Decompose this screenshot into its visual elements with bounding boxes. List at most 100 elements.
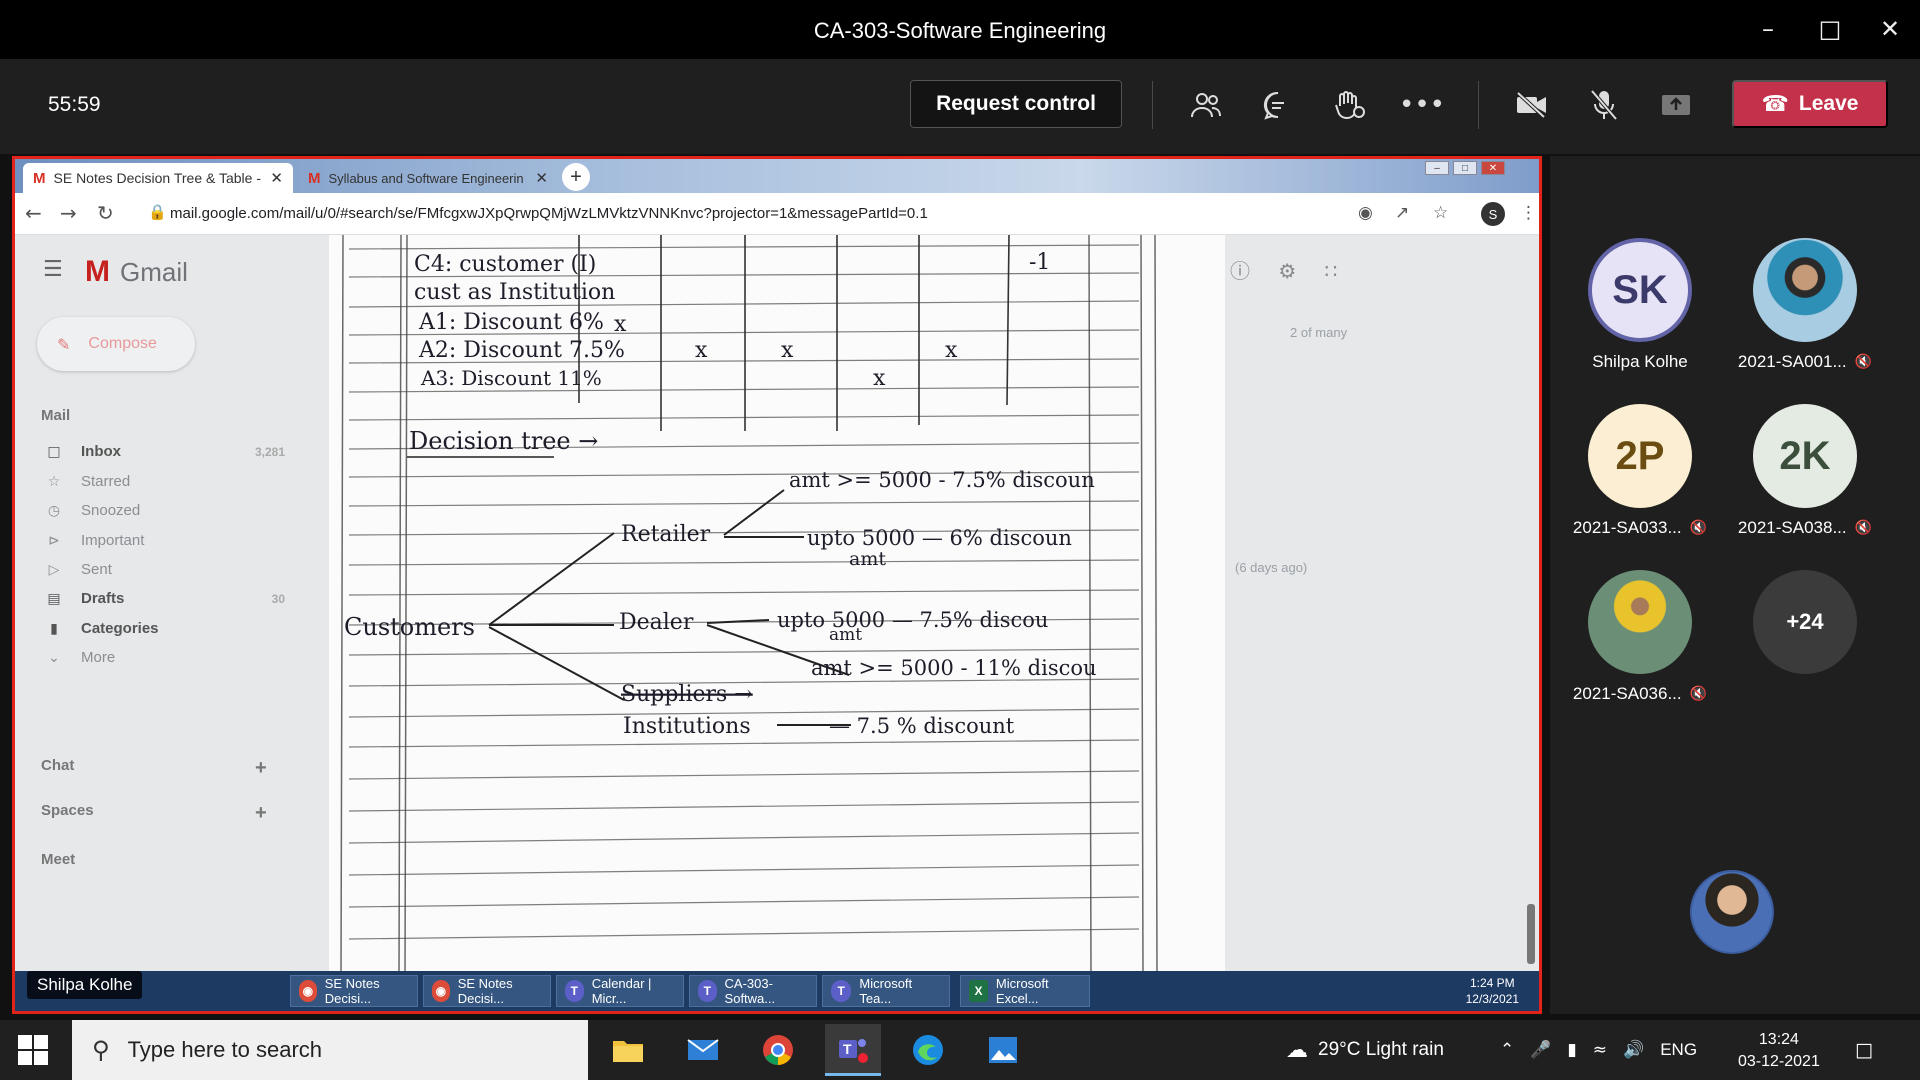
leave-button[interactable]: ☎ Leave <box>1732 80 1888 128</box>
sidebar-item-more[interactable]: ⌄ More <box>45 649 285 666</box>
weather-widget[interactable]: ☁ 29°C Light rain <box>1286 1020 1444 1080</box>
participant-tile[interactable]: 2P 2021-SA033... 🔇 <box>1550 404 1730 538</box>
close-button[interactable]: ✕ <box>1481 161 1505 175</box>
chrome-icon[interactable] <box>750 1024 806 1076</box>
tab-se-notes[interactable]: M SE Notes Decision Tree & Table - ✕ <box>23 163 293 193</box>
svg-text:x: x <box>781 338 794 363</box>
shared-task-ca303[interactable]: T CA-303-Softwa... <box>689 975 817 1007</box>
add-space-icon[interactable]: + <box>255 802 267 825</box>
spaces-header[interactable]: Spaces <box>41 802 94 819</box>
minimize-button[interactable]: – <box>1750 12 1786 46</box>
file-explorer-icon[interactable] <box>600 1024 656 1076</box>
back-icon[interactable]: ← <box>25 201 42 225</box>
avatar: 2P <box>1588 404 1692 508</box>
meeting-timer: 55:59 <box>48 93 101 116</box>
pager-text: 2 of many <box>1290 325 1348 340</box>
meet-header[interactable]: Meet <box>41 851 75 868</box>
message-age: (6 days ago) <box>1235 560 1308 575</box>
sidebar-item-snoozed[interactable]: ◷ Snoozed <box>45 502 285 519</box>
close-button[interactable]: ✕ <box>1872 12 1908 46</box>
shared-task-teams[interactable]: T Microsoft Tea... <box>822 975 950 1007</box>
new-tab-button[interactable]: + <box>562 163 590 191</box>
more-options-icon[interactable]: ••• <box>1398 81 1446 129</box>
share-tray-icon[interactable] <box>1652 81 1700 129</box>
profile-avatar[interactable]: S <box>1481 202 1505 226</box>
teams-icon[interactable]: T <box>825 1024 881 1076</box>
cloud-rain-icon: ☁ <box>1286 1037 1308 1063</box>
sidebar-item-sent[interactable]: ▷ Sent <box>45 561 285 578</box>
notifications-icon[interactable]: □ <box>1855 1020 1873 1080</box>
chat-icon[interactable] <box>1254 81 1302 129</box>
presenter-name: Shilpa Kolhe <box>27 971 143 999</box>
add-chat-icon[interactable]: + <box>255 757 267 780</box>
wifi-icon[interactable]: ≈ <box>1593 1040 1607 1060</box>
taskbar-search[interactable]: ⚲ Type here to search <box>72 1020 588 1080</box>
self-video-preview[interactable] <box>1690 870 1774 954</box>
eye-icon[interactable]: ◉ <box>1358 203 1373 223</box>
branch-institutions: Institutions <box>623 714 751 739</box>
maximize-button[interactable]: □ <box>1812 12 1848 46</box>
clock-date: 03-12-2021 <box>1738 1053 1820 1070</box>
windows-taskbar: ⚲ Type here to search T ☁ 29°C Light rai… <box>0 1020 1920 1080</box>
language-indicator[interactable]: ENG <box>1660 1040 1697 1060</box>
help-icon[interactable]: ⓘ <box>1230 259 1250 283</box>
battery-icon[interactable]: ▮ <box>1567 1040 1576 1060</box>
participant-tile[interactable]: 2021-SA036... 🔇 <box>1550 570 1730 704</box>
sidebar-item-inbox[interactable]: □ Inbox 3,281 <box>45 443 285 460</box>
mail-header[interactable]: Mail <box>41 407 70 424</box>
settings-gear-icon[interactable]: ⚙ <box>1278 259 1296 283</box>
mail-icon[interactable] <box>675 1024 731 1076</box>
weather-text: 29°C Light rain <box>1318 1039 1444 1060</box>
forward-icon[interactable]: → <box>60 201 77 225</box>
leaf-dealer-low-amt: amt <box>829 625 862 645</box>
gmail-logo[interactable]: M Gmail <box>85 255 188 289</box>
table-row-a2: A2: Discount 7.5% <box>418 338 625 363</box>
leaf-dealer-low: upto 5000 — 7.5% discou <box>777 608 1048 632</box>
chevron-up-icon[interactable]: ⌃ <box>1500 1040 1514 1060</box>
hamburger-icon[interactable]: ☰ <box>43 257 63 282</box>
close-tab-icon[interactable]: ✕ <box>270 169 283 187</box>
decision-tree-heading: Decision tree → <box>409 427 598 455</box>
edge-icon[interactable] <box>900 1024 956 1076</box>
microphone-icon[interactable]: 🎤 <box>1530 1040 1551 1060</box>
label-icon: ▮ <box>50 620 58 637</box>
compose-button[interactable]: ✎ Compose <box>37 317 195 371</box>
sidebar-item-important[interactable]: ⊳ Important <box>45 532 285 549</box>
gmail-favicon-icon: M <box>33 169 46 187</box>
sidebar-item-categories[interactable]: ▮ Categories <box>45 620 285 637</box>
sidebar-item-starred[interactable]: ☆ Starred <box>45 473 285 490</box>
reload-icon[interactable]: ↻ <box>97 201 114 225</box>
participant-tile[interactable]: SK Shilpa Kolhe <box>1550 238 1730 372</box>
sidebar-item-drafts[interactable]: ▤ Drafts 30 <box>45 590 285 607</box>
participants-icon[interactable] <box>1182 81 1230 129</box>
meeting-controls: 55:59 Request control ••• ☎ Leave <box>0 59 1920 154</box>
taskbar-clock[interactable]: 13:24 03-12-2021 <box>1738 1029 1820 1073</box>
close-tab-icon[interactable]: ✕ <box>535 169 548 187</box>
minimize-button[interactable]: – <box>1425 161 1449 175</box>
maximize-button[interactable]: □ <box>1453 161 1477 175</box>
menu-icon[interactable]: ⋮ <box>1520 203 1537 223</box>
request-control-button[interactable]: Request control <box>910 80 1122 128</box>
tab-syllabus[interactable]: M Syllabus and Software Engineerin ✕ <box>298 163 558 193</box>
teams-icon: T <box>565 980 584 1002</box>
reactions-icon[interactable] <box>1326 81 1374 129</box>
shared-task-chrome-2[interactable]: ◉ SE Notes Decisi... <box>423 975 551 1007</box>
bookmark-star-icon[interactable]: ☆ <box>1433 203 1448 223</box>
mic-off-icon[interactable] <box>1580 81 1628 129</box>
url-field[interactable]: mail.google.com/mail/u/0/#search/se/FMfc… <box>170 205 928 222</box>
participant-tile[interactable]: 2K 2021-SA038... 🔇 <box>1715 404 1895 538</box>
chat-header[interactable]: Chat <box>41 757 74 774</box>
share-icon[interactable]: ↗ <box>1395 203 1409 223</box>
more-participants[interactable]: +24 <box>1715 570 1895 674</box>
photos-icon[interactable] <box>975 1024 1031 1076</box>
shared-task-chrome-1[interactable]: ◉ SE Notes Decisi... <box>290 975 418 1007</box>
volume-icon[interactable]: 🔊 <box>1623 1040 1644 1060</box>
shared-task-calendar[interactable]: T Calendar | Micr... <box>556 975 684 1007</box>
apps-grid-icon[interactable]: ∷ <box>1325 259 1338 283</box>
overflow-count: +24 <box>1753 570 1857 674</box>
page-scrollbar[interactable] <box>1527 904 1535 964</box>
camera-off-icon[interactable] <box>1508 81 1556 129</box>
shared-task-excel[interactable]: X Microsoft Excel... <box>960 975 1090 1007</box>
windows-start-icon[interactable] <box>18 1035 48 1065</box>
participant-tile[interactable]: 2021-SA001... 🔇 <box>1715 238 1895 372</box>
